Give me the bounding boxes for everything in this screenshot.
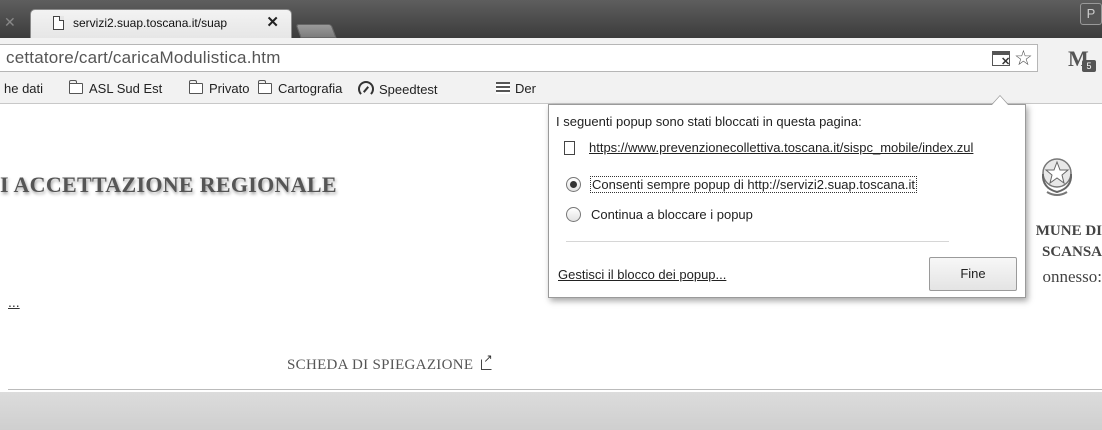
comune-line: SCANSA: [1041, 244, 1102, 260]
scheda-link[interactable]: SCHEDA DI SPIEGAZIONE: [287, 352, 493, 374]
connected-user-label: onnesso:: [1042, 267, 1102, 286]
bookmark-label: Speedtest: [379, 82, 438, 97]
tab-title: servizi2.suap.toscana.it/suap: [73, 16, 228, 30]
folder-icon: [189, 80, 203, 94]
radio-button[interactable]: [566, 207, 581, 222]
tab-close-icon[interactable]: ✕: [266, 13, 279, 31]
new-tab-button[interactable]: [295, 24, 337, 38]
folder-icon: [258, 80, 272, 94]
radio-allow-popups[interactable]: Consenti sempre popup di http://servizi2…: [566, 176, 918, 193]
gauge-icon: [358, 81, 374, 97]
comune-name: MUNE DI SCANSA: [1036, 221, 1102, 263]
bookmark-folder-asl[interactable]: ASL Sud Est: [69, 80, 163, 96]
bookmark-label: Cartografia: [278, 81, 343, 96]
popup-blocked-message: I seguenti popup sono stati bloccati in …: [556, 114, 862, 129]
folder-icon: [69, 80, 83, 94]
bookmark-speedtest[interactable]: Speedtest: [358, 81, 438, 97]
done-button[interactable]: Fine: [929, 257, 1017, 291]
manage-popup-blocking-link[interactable]: Gestisci il blocco dei popup...: [558, 267, 726, 282]
bookmark-folder-cartografia[interactable]: Cartografia: [258, 80, 343, 96]
bookmarks-bar: he dati ASL Sud Est Privato Cartografia …: [0, 78, 560, 102]
page-title: I ACCETTAZIONE REGIONALE: [0, 172, 337, 197]
more-link[interactable]: ...: [8, 294, 20, 310]
popup-blocker-bubble: I seguenti popup sono stati bloccati in …: [548, 95, 1026, 298]
address-bar[interactable]: cettatore/cart/caricaModulistica.htm ☆: [0, 44, 1038, 72]
comune-line: MUNE DI: [1035, 223, 1102, 239]
page-icon: [564, 141, 575, 155]
italian-republic-emblem-icon: [1041, 158, 1073, 196]
scheda-label: SCHEDA DI SPIEGAZIONE: [287, 357, 474, 373]
bookmark-star-icon[interactable]: ☆: [1014, 46, 1033, 71]
gmail-extension-icon[interactable]: M 5: [1068, 46, 1098, 72]
bookmark-folder-privato[interactable]: Privato: [189, 80, 250, 96]
popup-blocked-icon[interactable]: [992, 51, 1010, 68]
navigation-bar: [0, 392, 1102, 430]
divider: [8, 389, 1102, 390]
blocked-popup-link[interactable]: https://www.prevenzionecollettiva.toscan…: [589, 140, 973, 155]
radio-label: Consenti sempre popup di http://servizi2…: [589, 176, 918, 193]
previous-tab-close-icon[interactable]: ✕: [4, 14, 16, 31]
bubble-arrow: [991, 95, 1009, 105]
bookmark-label: ASL Sud Est: [89, 81, 163, 96]
profile-button[interactable]: P: [1080, 3, 1102, 25]
divider: [566, 241, 949, 242]
bookmark-der[interactable]: Der: [496, 81, 536, 96]
bookmark-label: Der: [515, 81, 536, 96]
url-text[interactable]: cettatore/cart/caricaModulistica.htm: [6, 48, 281, 68]
page-icon: [53, 16, 64, 30]
radio-keep-blocking[interactable]: Continua a bloccare i popup: [566, 207, 753, 222]
stack-icon: [496, 82, 510, 94]
gmail-count-badge: 5: [1082, 60, 1096, 72]
tab-strip: ✕ servizi2.suap.toscana.it/suap ✕ P: [0, 0, 1102, 38]
external-link-icon: [481, 352, 493, 370]
bookmark-label: Privato: [209, 81, 250, 96]
bookmark-item[interactable]: he dati: [4, 81, 43, 96]
active-tab[interactable]: servizi2.suap.toscana.it/suap ✕: [30, 9, 292, 38]
radio-button[interactable]: [566, 177, 581, 192]
bookmark-label: he dati: [4, 81, 44, 96]
radio-label: Continua a bloccare i popup: [591, 207, 753, 222]
browser-toolbar: cettatore/cart/caricaModulistica.htm ☆ M…: [0, 38, 1102, 104]
